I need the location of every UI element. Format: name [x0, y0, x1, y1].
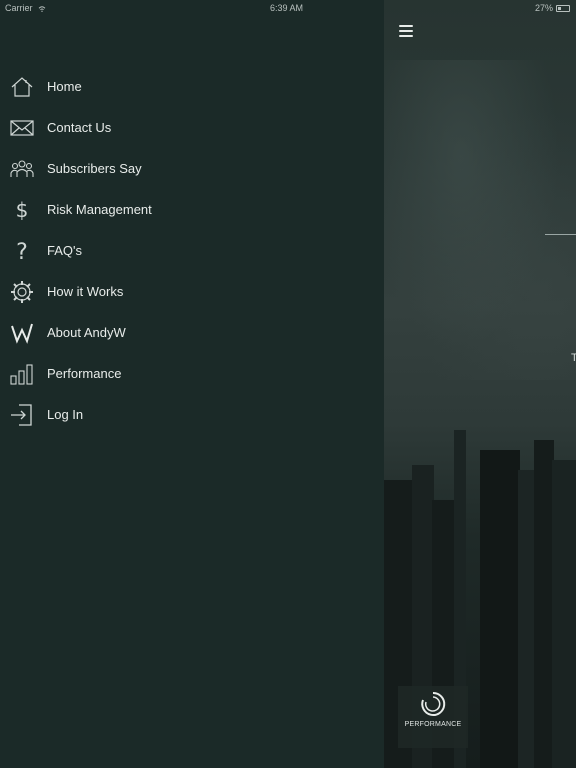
status-bar: Carrier 6:39 AM 27% [0, 0, 576, 16]
side-drawer: Home Contact Us Subscribers Say $ Risk M… [0, 0, 384, 768]
menu-item-log-in[interactable]: Log In [0, 394, 384, 435]
svg-text:?: ? [16, 240, 28, 264]
menu-toggle-button[interactable] [399, 25, 413, 37]
carrier-label: Carrier [5, 3, 46, 13]
main-content: T PERFORMANCE [384, 0, 576, 768]
menu-item-label: Log In [47, 407, 84, 422]
menu-item-label: Subscribers Say [47, 161, 142, 176]
background-image [384, 60, 576, 380]
menu-item-contact-us[interactable]: Contact Us [0, 107, 384, 148]
clock: 6:39 AM [270, 3, 304, 13]
menu-item-risk-management[interactable]: $ Risk Management [0, 189, 384, 230]
menu-item-label: Home [47, 79, 82, 94]
menu-item-label: Contact Us [47, 120, 112, 135]
menu-item-faqs[interactable]: ? FAQ's [0, 230, 384, 271]
performance-tab-label: PERFORMANCE [404, 721, 462, 728]
menu-item-performance[interactable]: Performance [0, 353, 384, 394]
home-icon [9, 74, 35, 100]
menu-item-label: Performance [47, 366, 122, 381]
w-logo-icon [9, 320, 35, 346]
carrier-text: Carrier [5, 3, 33, 13]
menu-item-about[interactable]: About AndyW [0, 312, 384, 353]
hero-text-fragment: T [571, 352, 576, 364]
spinner-icon [421, 691, 446, 716]
dollar-icon: $ [9, 197, 35, 223]
battery-percent: 27% [534, 3, 553, 13]
menu-item-label: About AndyW [47, 325, 126, 340]
performance-tab[interactable]: PERFORMANCE [398, 686, 468, 748]
divider [545, 234, 576, 235]
battery-icon [556, 4, 570, 12]
bar-chart-icon [9, 361, 35, 387]
menu-item-home[interactable]: Home [0, 66, 384, 107]
login-icon [9, 402, 35, 428]
menu-item-label: Risk Management [47, 202, 152, 217]
battery-indicator: 27% [535, 3, 570, 13]
drawer-menu: Home Contact Us Subscribers Say $ Risk M… [0, 66, 384, 435]
menu-item-label: How it Works [47, 284, 124, 299]
users-icon [9, 156, 35, 182]
gear-icon [9, 279, 35, 305]
question-icon: ? [9, 238, 35, 264]
menu-item-how-it-works[interactable]: How it Works [0, 271, 384, 312]
menu-item-label: FAQ's [47, 243, 82, 258]
envelope-icon [9, 115, 35, 141]
menu-item-subscribers-say[interactable]: Subscribers Say [0, 148, 384, 189]
wifi-icon [38, 5, 46, 12]
svg-text:$: $ [16, 198, 29, 222]
